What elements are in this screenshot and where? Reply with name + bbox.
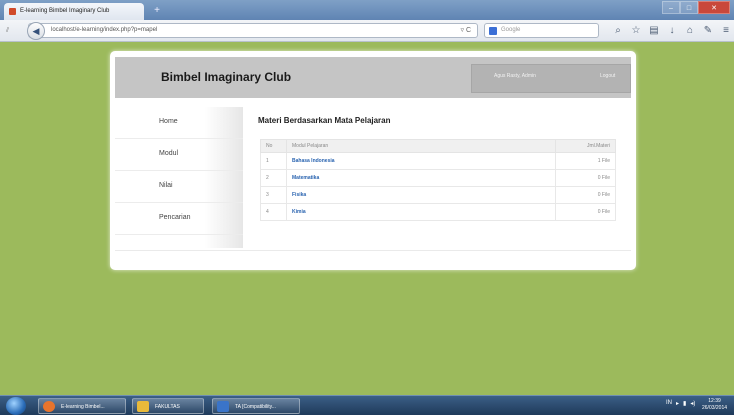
column-header-no: No	[260, 139, 287, 153]
menu-icon[interactable]: ≡	[720, 23, 732, 38]
sidebar-item-label: Modul	[159, 150, 179, 157]
taskbar-item-browser[interactable]: E-learning Bimbel...	[38, 398, 126, 414]
site-title: Bimbel Imaginary Club	[161, 70, 292, 84]
sidebar-item-pencarian[interactable]: Pencarian	[115, 203, 243, 235]
tools-icon[interactable]: ✎	[702, 23, 714, 38]
sidebar-item-label: Pencarian	[159, 214, 191, 221]
new-tab-button[interactable]: +	[150, 5, 164, 17]
sidebar-item-nilai[interactable]: Nilai	[115, 171, 243, 203]
language-indicator[interactable]: IN	[666, 400, 672, 407]
url-text[interactable]: localhost/e-learning/index.php?p=mapel	[51, 27, 157, 33]
sidebar: Home Modul Nilai Pencarian	[115, 107, 243, 248]
cell-no: 2	[260, 169, 287, 187]
page-title: Materi Berdasarkan Mata Pelajaran	[258, 116, 391, 125]
minimize-button[interactable]: –	[662, 1, 680, 14]
taskbar-item-word[interactable]: TA [Compatibility...	[212, 398, 300, 414]
subject-link[interactable]: Kimia	[286, 203, 556, 221]
url-value: localhost/e-learning/index.php?p=mapel	[51, 27, 158, 33]
browser-tab[interactable]: E-learning Bimbel Imaginary Club	[4, 3, 144, 20]
taskbar-item-label: TA [Compatibility...	[235, 404, 276, 410]
sidebar-toggle-icon[interactable]: ⫽	[6, 27, 9, 35]
sidebar-item-label: Nilai	[159, 182, 173, 189]
materi-table: No Modul Pelajaran Jml.Materi 1 Bahasa I…	[260, 139, 616, 221]
cell-no: 1	[260, 152, 287, 170]
download-icon[interactable]: ↓	[666, 23, 678, 38]
user-link[interactable]: Agus Rasty, Admin	[494, 73, 536, 79]
cell-count: 0 File	[555, 169, 616, 187]
url-bar[interactable]: ◀ localhost/e-learning/index.php?p=mapel…	[27, 22, 478, 40]
search-bar[interactable]: Google	[484, 23, 599, 38]
close-button[interactable]: ✕	[698, 1, 730, 14]
flag-icon[interactable]: ▸	[676, 400, 679, 407]
subject-link[interactable]: Fisika	[286, 186, 556, 204]
cell-no: 3	[260, 186, 287, 204]
sidebar-item-home[interactable]: Home	[115, 107, 243, 139]
header-user-box: Agus Rasty, Admin Logout	[471, 64, 631, 93]
browser-titlebar: E-learning Bimbel Imaginary Club + – □ ✕	[0, 0, 734, 20]
column-header-subject: Modul Pelajaran	[286, 139, 556, 153]
browser-navbar: ⫽ ◀ localhost/e-learning/index.php?p=map…	[0, 20, 734, 42]
sidebar-item-modul[interactable]: Modul	[115, 139, 243, 171]
table-row: 2 Matematika 0 File	[260, 169, 616, 187]
network-icon[interactable]: ▮	[683, 400, 686, 407]
system-tray: IN ▸ ▮ ◂)	[666, 400, 695, 407]
table-header-row: No Modul Pelajaran Jml.Materi	[260, 139, 616, 153]
maximize-button[interactable]: □	[680, 1, 698, 14]
back-button[interactable]: ◀	[27, 22, 45, 40]
taskbar-item-label: FAKULTAS	[155, 404, 180, 410]
cell-count: 1 File	[555, 152, 616, 170]
table-row: 1 Bahasa Indonesia 1 File	[260, 152, 616, 170]
google-icon[interactable]	[489, 27, 497, 35]
system-clock[interactable]: 12:39 26/03/2014	[702, 398, 727, 412]
clock-time: 12:39	[708, 398, 721, 404]
logout-link[interactable]: Logout	[600, 73, 615, 79]
taskbar-item-folder[interactable]: FAKULTAS	[132, 398, 204, 414]
search-icon[interactable]: ⌕	[612, 23, 624, 38]
clock-date: 26/03/2014	[702, 405, 728, 411]
tab-title: E-learning Bimbel Imaginary Club	[20, 8, 110, 14]
sidebar-item-label: Home	[159, 118, 178, 125]
cell-count: 0 File	[555, 186, 616, 204]
table-row: 4 Kimia 0 File	[260, 203, 616, 221]
card-divider	[115, 250, 631, 251]
taskbar-item-label: E-learning Bimbel...	[61, 404, 105, 410]
table-row: 3 Fisika 0 File	[260, 186, 616, 204]
taskbar: E-learning Bimbel... FAKULTAS TA [Compat…	[0, 395, 734, 415]
volume-icon[interactable]: ◂)	[690, 400, 695, 407]
page-card: Bimbel Imaginary Club Agus Rasty, Admin …	[110, 51, 636, 270]
site-header: Bimbel Imaginary Club Agus Rasty, Admin …	[115, 57, 631, 98]
word-icon	[217, 401, 229, 412]
firefox-icon	[43, 401, 55, 412]
start-button[interactable]	[6, 397, 26, 415]
column-header-count: Jml.Materi	[555, 139, 616, 153]
folder-icon	[137, 401, 149, 412]
window-controls: – □ ✕	[662, 1, 730, 14]
star-icon[interactable]: ☆	[630, 23, 642, 38]
search-placeholder: Google	[501, 27, 521, 33]
home-icon[interactable]: ⌂	[684, 23, 696, 38]
browser-toolbar-icons: ⌕ ☆ ▤ ↓ ⌂ ✎ ≡	[612, 23, 732, 38]
bookmark-icon[interactable]: ▤	[648, 23, 660, 38]
subject-link[interactable]: Bahasa Indonesia	[286, 152, 556, 170]
cell-no: 4	[260, 203, 287, 221]
reload-icon[interactable]: ▿ C	[460, 26, 471, 34]
cell-count: 0 File	[555, 203, 616, 221]
subject-link[interactable]: Matematika	[286, 169, 556, 187]
favicon-icon	[9, 8, 16, 15]
